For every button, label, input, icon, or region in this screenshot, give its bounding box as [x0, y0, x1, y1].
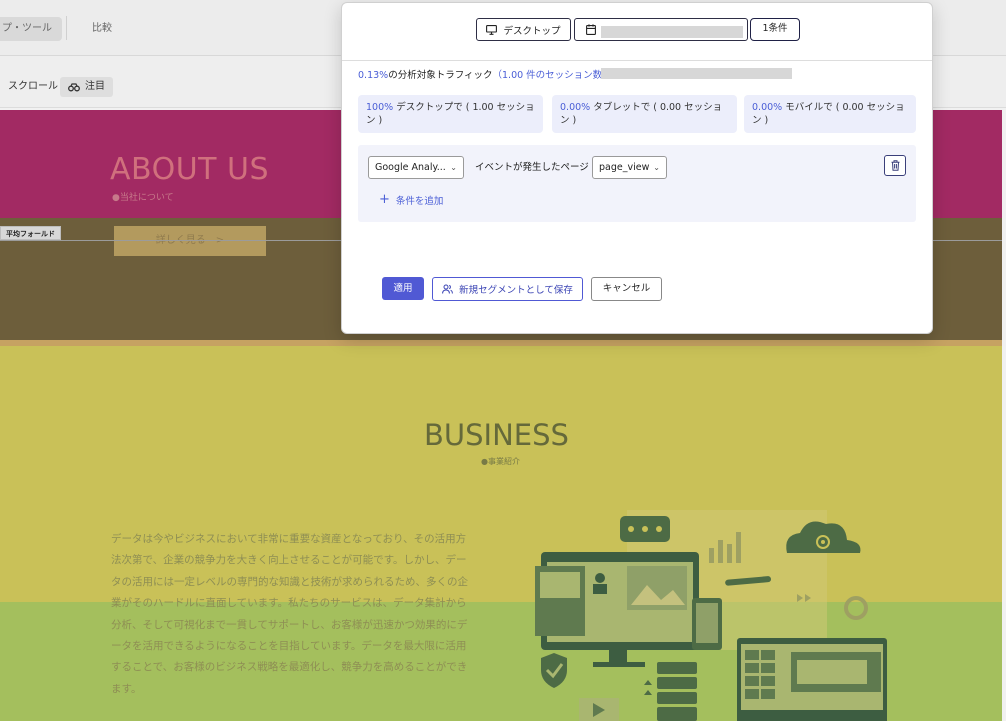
stat-percentage: 100%	[366, 102, 394, 113]
business-subtitle: ●事業紹介	[481, 457, 520, 466]
device-filter-button[interactable]: デスクトップ	[476, 18, 571, 41]
desktop-icon	[486, 24, 498, 35]
about-subtitle: ●当社について	[112, 193, 174, 203]
modal-header: デスクトップ 1条件	[342, 3, 932, 61]
redacted-date-range	[601, 26, 743, 38]
chevron-down-icon: ⌄	[450, 163, 457, 172]
stat-percentage: 0.00%	[560, 102, 591, 113]
about-title: ABOUT US	[110, 152, 270, 187]
trash-icon	[891, 160, 899, 171]
attention-mode-label: 注目	[85, 81, 105, 92]
attention-mode-button[interactable]: 注目	[60, 77, 113, 97]
condition-count-button[interactable]: 1条件	[750, 18, 800, 41]
add-condition-label: 条件を追加	[395, 196, 444, 207]
add-condition-button[interactable]: + 条件を追加	[379, 193, 443, 207]
save-segment-button[interactable]: 新規セグメントとして保存	[432, 277, 583, 301]
mobile-share-stat: 0.00% モバイルで ( 0.00 セッション )	[744, 95, 916, 133]
desktop-share-stat: 100% デスクトップで ( 1.00 セッション )	[358, 95, 543, 133]
condition-label: イベントが発生したページ	[475, 162, 589, 173]
calendar-icon	[586, 24, 596, 35]
chevron-down-icon: ⌄	[653, 163, 660, 172]
tab-heatmap-tools[interactable]: プ・ツール	[0, 17, 62, 41]
data-source-value: Google Analy...	[375, 162, 446, 173]
traffic-percentage: 0.13%	[358, 70, 389, 81]
save-segment-label: 新規セグメントとして保存	[459, 285, 573, 296]
users-icon	[442, 284, 454, 294]
traffic-sessions: （1.00 件のセッション数）	[492, 70, 612, 81]
apply-button[interactable]: 適用	[382, 277, 424, 300]
stat-percentage: 0.00%	[752, 102, 783, 113]
delete-condition-button[interactable]	[884, 155, 906, 176]
data-source-select[interactable]: Google Analy... ⌄	[368, 156, 464, 179]
tablet-share-stat: 0.00% タブレットで ( 0.00 セッション )	[552, 95, 737, 133]
event-value: page_view	[599, 162, 650, 173]
cancel-button[interactable]: キャンセル	[591, 277, 662, 301]
average-fold-label: 平均フォールド	[0, 226, 61, 240]
data-analytics-illustration	[535, 510, 887, 721]
divider	[66, 16, 67, 40]
tab-compare[interactable]: 比較	[92, 17, 112, 41]
binoculars-icon	[68, 82, 80, 91]
analyzed-traffic-summary: 0.13%の分析対象トラフィック（1.00 件のセッション数）	[358, 67, 612, 81]
scroll-mode-button[interactable]: スクロール	[0, 77, 66, 97]
business-title: BUSINESS	[424, 418, 569, 452]
condition-panel: Google Analy... ⌄ イベントが発生したページ page_view…	[358, 145, 916, 222]
redacted-info	[601, 68, 792, 79]
learn-more-button[interactable]: 詳しく見る >	[114, 226, 266, 256]
segment-filter-modal: デスクトップ 1条件 0.13%の分析対象トラフィック（1.00 件のセッション…	[341, 2, 933, 334]
date-range-button[interactable]	[574, 18, 748, 41]
plus-icon: +	[379, 192, 390, 207]
event-select[interactable]: page_view ⌄	[592, 156, 667, 179]
traffic-label: の分析対象トラフィック	[388, 70, 493, 81]
device-filter-label: デスクトップ	[503, 25, 561, 37]
business-description: データは今やビジネスにおいて非常に重要な資産となっており、その活用方法次第で、企…	[111, 533, 468, 695]
